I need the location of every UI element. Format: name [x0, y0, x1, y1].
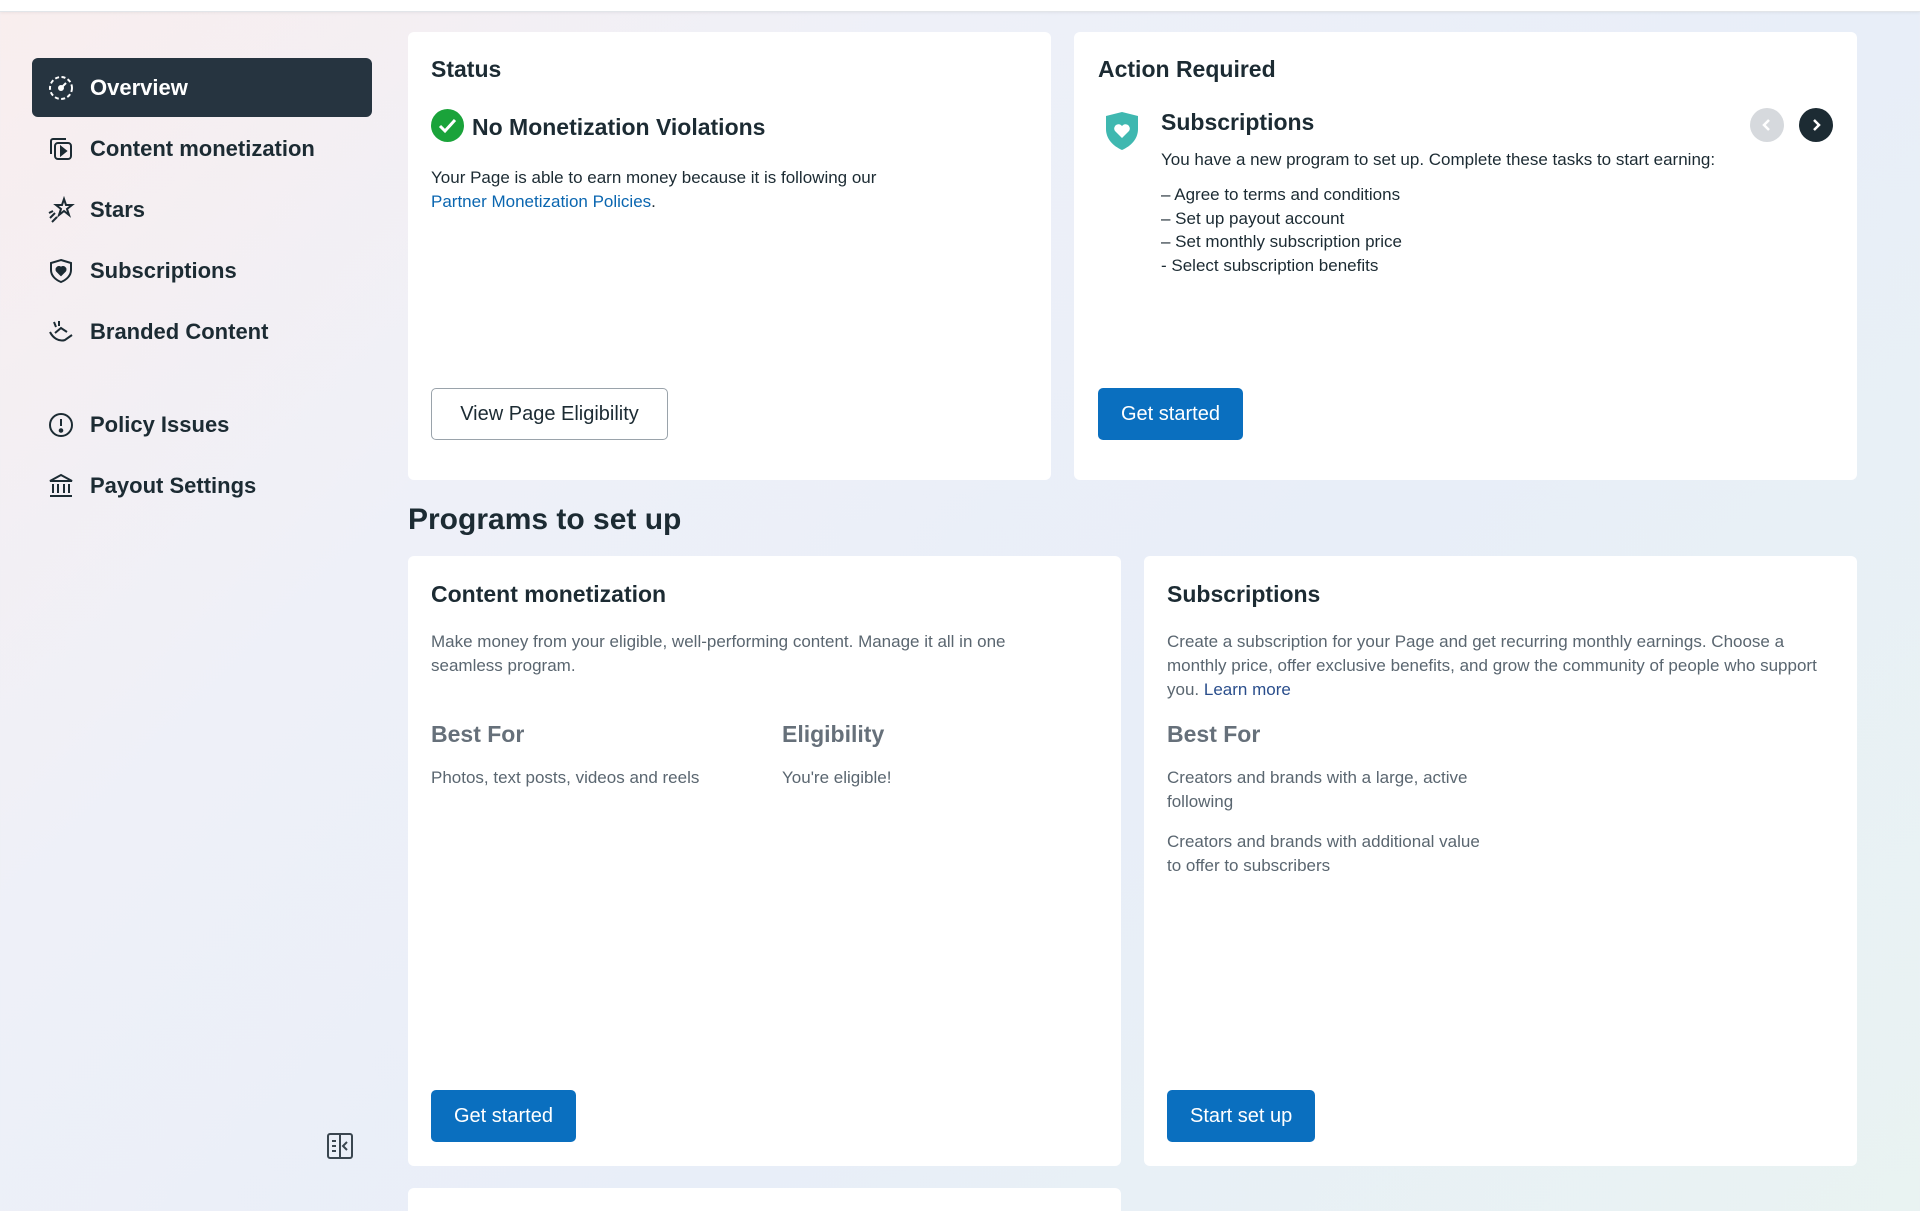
status-card-title: Status — [431, 56, 502, 82]
star-burst-icon — [46, 195, 76, 225]
action-required-card: Action Required Subscriptions You have a… — [1074, 32, 1857, 480]
subscriptions-title: Subscriptions — [1167, 581, 1321, 607]
content-monetization-get-started-button[interactable]: Get started — [431, 1090, 576, 1142]
program-card-partial — [408, 1188, 1121, 1211]
sidebar-item-payout-settings[interactable]: Payout Settings — [32, 456, 372, 515]
sidebar-item-label: Branded Content — [90, 318, 269, 344]
content-monetization-card: Content monetization Make money from you… — [408, 556, 1121, 1166]
best-for-value: Creators and brands with additional valu… — [1167, 832, 1480, 875]
top-bar — [0, 0, 1920, 12]
subscriptions-shield-icon — [1104, 111, 1140, 151]
content-monetization-title: Content monetization — [431, 581, 667, 607]
bank-icon — [46, 471, 76, 501]
handshake-icon — [46, 317, 76, 347]
eligibility-label: Eligibility — [782, 721, 885, 747]
action-task-list: – Agree to terms and conditions – Set up… — [1161, 183, 1402, 277]
sidebar-item-label: Content monetization — [90, 135, 315, 161]
action-get-started-button[interactable]: Get started — [1098, 388, 1243, 440]
status-description: Your Page is able to earn money because … — [431, 166, 991, 214]
sidebar-item-policy-issues[interactable]: Policy Issues — [32, 395, 372, 454]
best-for-label: Best For — [431, 721, 525, 747]
task-item: – Set monthly subscription price — [1161, 232, 1402, 251]
subscriptions-card: Subscriptions Create a subscription for … — [1144, 556, 1857, 1166]
view-page-eligibility-button[interactable]: View Page Eligibility — [431, 388, 668, 440]
sidebar-item-subscriptions[interactable]: Subscriptions — [32, 241, 372, 300]
play-stack-icon — [46, 134, 76, 164]
task-item: – Agree to terms and conditions — [1161, 185, 1401, 204]
status-link-suffix: . — [651, 192, 656, 211]
action-program-title: Subscriptions — [1161, 109, 1315, 135]
start-set-up-button[interactable]: Start set up — [1167, 1090, 1316, 1142]
best-for-value: Creators and brands with a large, active… — [1167, 768, 1468, 811]
carousel-next-button[interactable] — [1799, 108, 1833, 142]
dashboard-gauge-icon — [46, 73, 76, 103]
action-description: You have a new program to set up. Comple… — [1161, 150, 1716, 169]
sidebar-item-content-monetization[interactable]: Content monetization — [32, 119, 372, 178]
best-for-value: Photos, text posts, videos and reels — [431, 768, 700, 787]
sidebar-item-overview[interactable]: Overview — [32, 58, 372, 117]
sidebar-item-label: Overview — [90, 74, 188, 100]
status-headline: No Monetization Violations — [472, 114, 766, 140]
partner-policies-link[interactable]: Partner Monetization Policies — [431, 192, 651, 211]
sidebar-item-label: Subscriptions — [90, 257, 237, 283]
sidebar-collapse-icon[interactable] — [325, 1131, 355, 1161]
sidebar-item-label: Payout Settings — [90, 472, 257, 498]
task-item: - Select subscription benefits — [1161, 255, 1379, 275]
eligibility-value: You're eligible! — [782, 768, 892, 787]
sidebar-item-branded-content[interactable]: Branded Content — [32, 302, 372, 361]
alert-circle-icon — [46, 410, 76, 440]
sidebar-item-label: Policy Issues — [90, 411, 230, 437]
sidebar-item-stars[interactable]: Stars — [32, 180, 372, 239]
chevron-right-icon — [1813, 119, 1821, 131]
best-for-label: Best For — [1167, 721, 1261, 747]
check-circle-icon — [431, 109, 464, 142]
subscriptions-description: Create a subscription for your Page and … — [1167, 630, 1827, 702]
status-card: Status No Monetization Violations Your P… — [408, 32, 1051, 480]
heart-shield-icon — [46, 256, 76, 286]
chevron-left-icon — [1762, 119, 1770, 131]
status-text: Your Page is able to earn money because … — [431, 168, 877, 187]
content-monetization-description: Make money from your eligible, well-perf… — [431, 632, 1006, 675]
carousel-prev-button[interactable] — [1750, 108, 1784, 142]
programs-section-title: Programs to set up — [408, 503, 682, 536]
task-item: – Set up payout account — [1161, 208, 1345, 228]
sidebar-item-label: Stars — [90, 196, 146, 222]
learn-more-link[interactable]: Learn more — [1204, 680, 1291, 699]
action-card-title: Action Required — [1098, 56, 1276, 82]
